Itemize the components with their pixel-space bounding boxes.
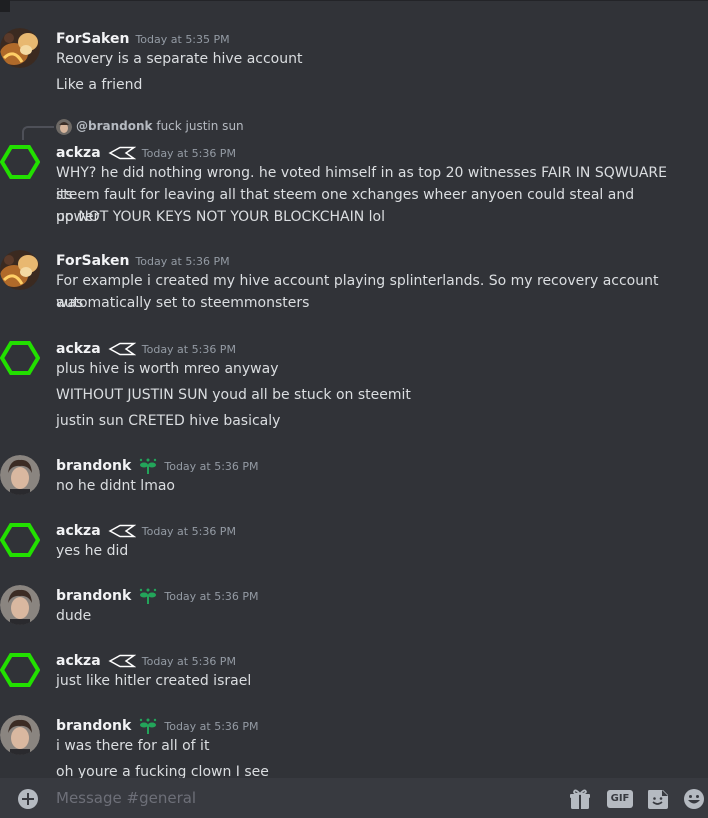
author-name[interactable]: ackza [56,145,101,161]
author-name[interactable]: ackza [56,653,101,669]
timestamp: Today at 5:36 PM [164,720,259,733]
avatar-brandonk[interactable] [0,455,40,495]
timestamp: Today at 5:36 PM [164,590,259,603]
avatar-forsaken[interactable] [0,28,40,68]
message-text: yes he did [56,543,129,559]
timestamp: Today at 5:35 PM [135,33,230,46]
reply-mention[interactable]: @brandonk [76,119,153,133]
timestamp: Today at 5:36 PM [135,255,230,268]
avatar-brandonk[interactable] [0,585,40,625]
timestamp: Today at 5:36 PM [141,525,236,538]
author-name[interactable]: ackza [56,341,101,357]
timestamp: Today at 5:36 PM [141,655,236,668]
message-text: plus hive is worth mreo anyway [56,361,279,377]
sprout-badge-icon [140,458,157,474]
author-name[interactable]: ackza [56,523,101,539]
author-name[interactable]: ForSaken [56,31,129,47]
timestamp: Today at 5:36 PM [141,147,236,160]
reply-snippet: fuck justin sun [156,119,244,133]
message-input[interactable]: Message #general [56,789,196,807]
reply-connector [22,126,54,140]
message-text: just like hitler created israel [56,673,252,689]
sticker-icon[interactable] [646,788,670,810]
message-text: oh youre a fucking clown I see [56,764,269,778]
message-text: dude [56,608,92,624]
sprout-badge-icon [140,718,157,734]
reply-preview[interactable]: @brandonk fuck justin sun [76,119,244,137]
sprout-badge-icon [140,588,157,604]
message-text: up NOT YOUR KEYS NOT YOUR BLOCKCHAIN lol [56,209,385,225]
author-name[interactable]: brandonk [56,718,131,734]
gif-icon[interactable]: GIF [607,790,633,808]
avatar-ackza[interactable] [0,142,40,182]
message-text: justin sun CRETED hive basicaly [56,413,281,429]
timestamp: Today at 5:36 PM [164,460,259,473]
message-text: automatically set to steemmonsters [56,295,310,311]
message-list[interactable]: ForSaken Today at 5:35 PM Reovery is a se… [0,0,708,778]
avatar-ackza[interactable] [0,338,40,378]
author-name[interactable]: ForSaken [56,253,129,269]
message-text: Reovery is a separate hive account [56,51,303,67]
arrowhead-badge-icon [108,146,136,159]
message-text: i was there for all of it [56,738,210,754]
message-text: Like a friend [56,77,143,93]
avatar-ackza[interactable] [0,650,40,690]
message-text: no he didnt lmao [56,478,175,494]
emoji-icon[interactable] [682,788,706,810]
gift-icon[interactable] [568,788,592,810]
message-text: WITHOUT JUSTIN SUN youd all be stuck on … [56,387,411,403]
avatar-forsaken[interactable] [0,250,40,290]
message-composer: Message #general GIF [0,778,708,818]
avatar-brandonk[interactable] [0,715,40,755]
author-name[interactable]: brandonk [56,588,131,604]
arrowhead-badge-icon [108,654,136,667]
timestamp: Today at 5:36 PM [141,343,236,356]
reply-avatar[interactable] [56,119,72,135]
author-name[interactable]: brandonk [56,458,131,474]
add-attachment-icon[interactable] [18,789,38,809]
arrowhead-badge-icon [108,342,136,355]
avatar-ackza[interactable] [0,520,40,560]
arrowhead-badge-icon [108,524,136,537]
